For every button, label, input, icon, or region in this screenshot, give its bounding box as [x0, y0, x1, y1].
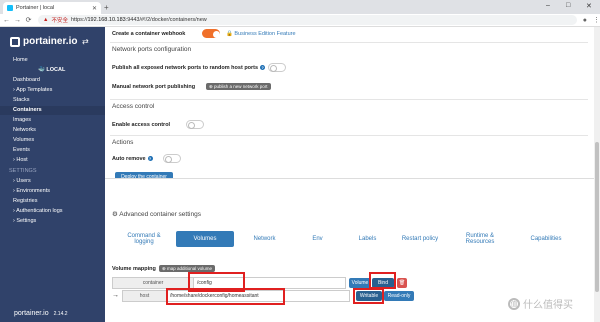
- webhook-label: Create a container webhook: [112, 31, 186, 37]
- tab-restart-policy[interactable]: Restart policy: [393, 231, 447, 247]
- divider: [110, 99, 588, 100]
- auto-remove-toggle[interactable]: [163, 154, 181, 163]
- map-volume-button[interactable]: ⊕ map additional volume: [159, 265, 216, 272]
- sidebar-item-registries[interactable]: Registries: [13, 198, 37, 204]
- volume-button[interactable]: Volume: [349, 278, 371, 288]
- advanced-settings-header: ⚙ Advanced container settings: [112, 211, 201, 218]
- divider: [105, 178, 594, 179]
- sidebar-item-environments[interactable]: › Environments: [13, 188, 50, 194]
- sidebar-item-users[interactable]: › Users: [13, 178, 31, 184]
- sidebar-item-authentication-logs[interactable]: › Authentication logs: [13, 208, 63, 214]
- publish-all-label: Publish all exposed network ports to ran…: [112, 65, 266, 71]
- sidebar-footer: portainer.io 2.14.2: [14, 310, 68, 317]
- url-text: https://192.168.10.183:9443/#!/2/docker/…: [70, 17, 207, 23]
- sidebar-item-containers[interactable]: Containers: [13, 107, 42, 113]
- trash-icon[interactable]: 🗑: [397, 278, 407, 288]
- url-field[interactable]: ▲ 不安全 https://192.168.10.183:9443/#!/2/d…: [38, 15, 577, 25]
- volume-mapping-label: Volume mapping: [112, 266, 156, 272]
- access-control-header: Access control: [112, 103, 155, 110]
- link-arrow-icon: →: [112, 292, 119, 299]
- divider: [110, 135, 588, 136]
- webhook-toggle[interactable]: [202, 29, 220, 38]
- tab-command-logging[interactable]: Command & logging: [119, 231, 169, 247]
- auto-remove-label: Auto remove?: [112, 156, 153, 162]
- browser-title-bar: Portainer | local ✕ + – □ ✕: [0, 0, 600, 14]
- swap-icon[interactable]: ⇄: [82, 37, 89, 46]
- watermark: 值 什么值得买: [508, 296, 573, 311]
- scrollbar-thumb[interactable]: [595, 142, 599, 292]
- new-tab-button[interactable]: +: [104, 3, 109, 12]
- sidebar-item-home[interactable]: Home: [13, 57, 28, 63]
- access-control-toggle[interactable]: [186, 120, 204, 129]
- close-window-button[interactable]: ✕: [586, 2, 592, 10]
- readonly-button[interactable]: Read-only: [384, 291, 414, 301]
- sidebar-item-images[interactable]: Images: [13, 117, 31, 123]
- back-icon[interactable]: ←: [2, 17, 11, 24]
- reload-icon[interactable]: ⟳: [24, 16, 33, 24]
- forward-icon[interactable]: →: [13, 17, 22, 24]
- portainer-cube-icon: [10, 36, 20, 47]
- security-warning: 不安全: [51, 18, 68, 24]
- profile-icon[interactable]: ●: [583, 17, 587, 24]
- sidebar-item-app-templates[interactable]: › App Templates: [13, 87, 52, 93]
- sidebar: portainer.io ⇄ Home 🐳 LOCAL Dashboard › …: [0, 27, 105, 322]
- close-tab-icon[interactable]: ✕: [92, 5, 97, 12]
- tab-labels[interactable]: Labels: [345, 231, 390, 247]
- publish-all-toggle[interactable]: [268, 63, 286, 72]
- footer-brand: portainer.io: [14, 310, 49, 317]
- gear-icon: ⚙: [112, 211, 118, 218]
- annotation-box: [166, 288, 285, 305]
- portainer-favicon-icon: [7, 5, 13, 11]
- host-addon: host: [122, 290, 167, 302]
- network-ports-header: Network ports configuration: [112, 46, 192, 53]
- version-label: 2.14.2: [53, 310, 68, 317]
- sidebar-item-dashboard[interactable]: Dashboard: [13, 77, 40, 83]
- environment-label: 🐳 LOCAL: [38, 67, 66, 73]
- sidebar-item-networks[interactable]: Networks: [13, 127, 36, 133]
- divider: [110, 42, 588, 43]
- advanced-tabs: Command & logging Volumes Network Env La…: [105, 227, 594, 251]
- business-badge: 🔒 Business Edition Feature: [226, 31, 296, 37]
- sidebar-item-events[interactable]: Events: [13, 147, 30, 153]
- menu-icon[interactable]: ⋮: [593, 16, 600, 24]
- settings-header: SETTINGS: [9, 168, 37, 174]
- annotation-box: [369, 272, 396, 289]
- tab-runtime-resources[interactable]: Runtime & Resources: [455, 231, 505, 247]
- actions-header: Actions: [112, 139, 134, 146]
- scrollbar[interactable]: [594, 27, 600, 322]
- tab-network[interactable]: Network: [242, 231, 287, 247]
- maximize-button[interactable]: □: [566, 2, 570, 9]
- tab-title: Portainer | local: [16, 5, 55, 11]
- sidebar-item-settings[interactable]: › Settings: [13, 218, 36, 224]
- help-icon: ?: [147, 156, 153, 162]
- portainer-logo[interactable]: portainer.io: [10, 36, 77, 47]
- tab-capabilities[interactable]: Capabilities: [521, 231, 571, 247]
- tab-volumes[interactable]: Volumes: [176, 231, 234, 247]
- sidebar-item-volumes[interactable]: Volumes: [13, 137, 34, 143]
- publish-new-port-button[interactable]: ⊕ publish a new network port: [206, 83, 271, 90]
- tab-env[interactable]: Env: [295, 231, 340, 247]
- manual-publish-label: Manual network port publishing: [112, 84, 196, 90]
- help-icon: ?: [260, 65, 266, 71]
- browser-tab[interactable]: Portainer | local ✕: [3, 2, 101, 14]
- sidebar-item-stacks[interactable]: Stacks: [13, 97, 30, 103]
- warning-icon: ▲: [43, 17, 49, 23]
- sidebar-item-host[interactable]: › Host: [13, 157, 28, 163]
- watermark-logo-icon: 值: [508, 297, 520, 310]
- address-bar-row: ← → ⟳ ▲ 不安全 https://192.168.10.183:9443/…: [0, 14, 600, 27]
- annotation-box: [353, 288, 384, 304]
- enable-access-label: Enable access control: [112, 122, 171, 128]
- minimize-button[interactable]: –: [546, 2, 550, 9]
